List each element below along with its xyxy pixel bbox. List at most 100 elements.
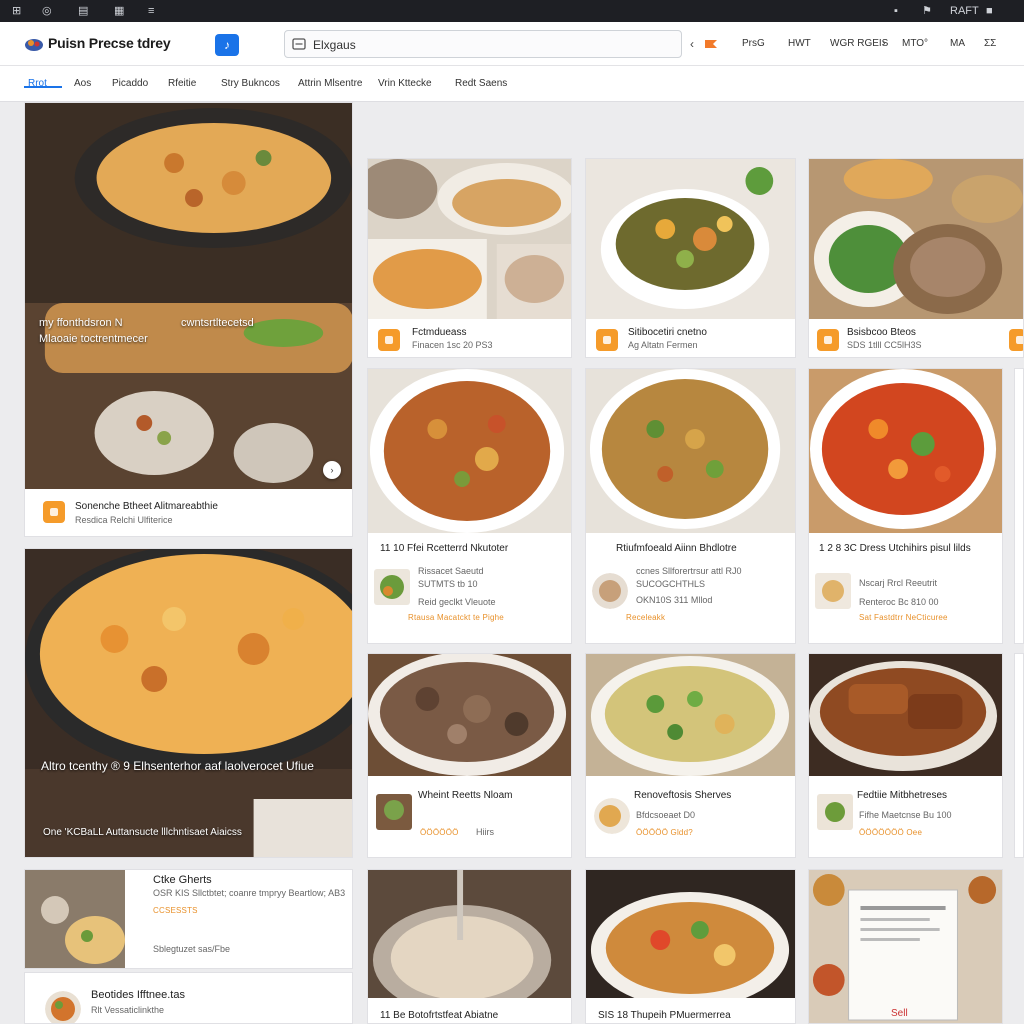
search-input[interactable]: [313, 35, 673, 55]
nav-link-4[interactable]: MTO°: [902, 38, 928, 49]
recipe-photo: [809, 159, 1023, 319]
recipe-rating: Sat Fastdtrr NeCticuree: [859, 613, 948, 622]
recipe-title[interactable]: Fctmdueass: [412, 327, 466, 338]
recipe-photo: [368, 654, 571, 776]
nav-link-3[interactable]: WGR RGEIS: [830, 38, 888, 49]
recipe-rating: Rtausa Macatckt te Pighe: [408, 613, 504, 622]
recipe-line-1: ccnes Sllforertrsur attl RJ0: [636, 566, 742, 576]
recipe-title[interactable]: Bsisbcoo Bteos: [847, 327, 916, 338]
side-card-2-thumb: [45, 991, 81, 1023]
recipe-rating: ÖÖÖÖÖÖ: [420, 828, 459, 837]
os-flag-icon: ⚑: [922, 5, 932, 17]
feature-card-1[interactable]: my ffonthdsron N Mlaoaie toctrentmecer c…: [24, 102, 353, 537]
recipe-rating: Receleakk: [626, 613, 666, 622]
feature-photo-2: [25, 549, 352, 857]
feature2-overlay-headline: Altro tcenthy ® 9 Elhsenterhor aaf laolv…: [41, 759, 314, 773]
tab-7[interactable]: Vrin Kttecke: [378, 78, 432, 89]
side-card-1-photo: [25, 870, 125, 968]
recipe-card-r3c2[interactable]: Renoveftosis Sherves Bfdcsoeaet D0 ÖÖÖÖÖ…: [585, 653, 796, 858]
music-badge-icon[interactable]: ♪: [215, 34, 239, 56]
feature-photo-1: [25, 103, 352, 489]
tab-3[interactable]: Picaddo: [112, 78, 148, 89]
recipe-rating: ÖÖÖÖÖÖÖ Oee: [859, 828, 923, 837]
recipe-photo: [809, 870, 1002, 1023]
os-status-text: RAFT: [950, 5, 979, 17]
side-card-2-title[interactable]: Beotides Ifftnee.tas: [91, 989, 185, 1001]
recipe-card-r4c1[interactable]: 11 Be Botofrtstfeat Abiatne: [367, 869, 572, 1024]
tab-4[interactable]: Rfeitie: [168, 78, 196, 89]
app-logo-icon[interactable]: [24, 36, 44, 52]
back-icon[interactable]: ‹: [690, 37, 694, 51]
tab-6[interactable]: Attrin Mlsentre: [298, 78, 362, 89]
play-icon[interactable]: ›: [323, 461, 341, 479]
recipe-line-2: SUCOGCHTHLS: [636, 579, 706, 589]
recipe-title[interactable]: Renoveftosis Sherves: [634, 790, 731, 801]
side-card-1-rating: CCSESSTS: [153, 906, 198, 915]
nav-chevron-icon[interactable]: ›: [882, 38, 885, 49]
tab-5[interactable]: Stry Bukncos: [221, 78, 280, 89]
feature-card-2[interactable]: Altro tcenthy ® 9 Elhsenterhor aaf laolv…: [24, 548, 353, 858]
side-card-2[interactable]: Beotides Ifftnee.tas Rlt Vessaticlinkthe: [24, 972, 353, 1024]
recipe-card-r2c2[interactable]: Rtiufmfoeald Aiinn Bhdlotre ccnes Sllfor…: [585, 368, 796, 644]
recipe-card-r2c3[interactable]: 1 2 8 3C Dress Utchihirs pisul lilds Nsc…: [808, 368, 1003, 644]
os-app-icon[interactable]: ◎: [42, 4, 52, 18]
recipe-photo: [809, 369, 1002, 533]
feature-card-title[interactable]: Sonenche Btheet Alitmareabthie: [75, 501, 218, 512]
recipe-photo: [586, 369, 795, 533]
offscreen-card-peek[interactable]: [1014, 653, 1024, 858]
os-target-icon[interactable]: ▤: [78, 4, 88, 18]
recipe-title[interactable]: 11 Be Botofrtstfeat Abiatne: [380, 1010, 498, 1021]
flag-icon[interactable]: [704, 39, 718, 49]
recipe-title[interactable]: 1 2 8 3C Dress Utchihirs pisul lilds: [819, 543, 971, 554]
tab-2[interactable]: Aos: [74, 78, 91, 89]
feature-overlay-line1: my ffonthdsron N: [39, 317, 123, 329]
recipe-thumb: [817, 794, 853, 830]
more-icon[interactable]: [1009, 329, 1023, 351]
tab-8[interactable]: Redt Saens: [455, 78, 507, 89]
recipe-card-r1c1[interactable]: Fctmdueass Finacen 1sc 20 PS3: [367, 158, 572, 358]
recipe-thumb: [592, 573, 628, 609]
nav-link-2[interactable]: HWT: [788, 38, 811, 49]
recipe-card-r2c1[interactable]: 11 10 Ffei Rcetterrd Nkutoter Rissacet S…: [367, 368, 572, 644]
side-card-1-subtitle: OSR KIS Sllctbtet; coanre tmpryy Beartlo…: [153, 888, 346, 898]
os-battery-icon: ■: [986, 5, 993, 17]
recipe-card-r3c1[interactable]: Wheint Reetts Nloam ÖÖÖÖÖÖ Hiirs: [367, 653, 572, 858]
active-tab-indicator: [24, 86, 62, 88]
offscreen-card-peek[interactable]: [1014, 368, 1024, 644]
recipe-title[interactable]: Sitibocetiri cnetno: [628, 327, 707, 338]
search-icon: [292, 38, 306, 50]
recipe-title[interactable]: Rtiufmfoeald Aiinn Bhdlotre: [616, 543, 737, 554]
search-box[interactable]: [284, 30, 682, 58]
app-title[interactable]: Puisn Precse tdrey: [48, 35, 171, 51]
recipe-meta: Hiirs: [476, 827, 494, 837]
side-card-1[interactable]: Ctke Gherts OSR KIS Sllctbtet; coanre tm…: [24, 869, 353, 969]
recipe-title[interactable]: SIS 18 Thupeih PMuermerrea: [598, 1010, 731, 1021]
nav-link-1[interactable]: PrsG: [742, 38, 765, 49]
recipe-title[interactable]: 11 10 Ffei Rcetterrd Nkutoter: [380, 543, 508, 554]
recipe-line-2: SUTMTS tb 10: [418, 579, 478, 589]
nav-link-5[interactable]: MA: [950, 38, 965, 49]
recipe-title[interactable]: Fedtiie Mitbhetreses: [857, 790, 947, 801]
recipe-card-r1c3[interactable]: Bsisbcoo Bteos SDS 1tlll CC5lH3S: [808, 158, 1024, 358]
recipe-card-r1c2[interactable]: Sitibocetiri cnetno Ag Altatn Fermen: [585, 158, 796, 358]
recipe-type-icon: [596, 329, 618, 351]
side-card-2-subtitle: Rlt Vessaticlinkthe: [91, 1005, 165, 1015]
os-doc-icon[interactable]: ▦: [114, 4, 124, 18]
recipe-line-2: Renteroc Bc 810 00: [859, 597, 939, 607]
feature2-overlay-caption: One 'KCBaLL Auttansucte lllchntisaet Aia…: [43, 827, 242, 838]
recipe-title[interactable]: Sell: [891, 1008, 908, 1019]
recipe-photo: [809, 654, 1002, 776]
recipe-category-icon: [43, 501, 65, 523]
recipe-card-r4c2[interactable]: SIS 18 Thupeih PMuermerrea: [585, 869, 796, 1024]
recipe-card-r4c3[interactable]: Sell: [808, 869, 1003, 1024]
nav-grid-icon[interactable]: ƩƩ: [984, 38, 996, 49]
os-window-icon[interactable]: ≡: [148, 4, 154, 18]
side-card-1-title[interactable]: Ctke Gherts: [153, 874, 212, 886]
os-menu-bar: ⊞ ◎ ▤ ▦ ≡ ▪ ⚑ RAFT ■: [0, 0, 1024, 22]
recipe-title[interactable]: Wheint Reetts Nloam: [418, 790, 512, 801]
recipe-thumb: [376, 794, 412, 830]
recipe-type-icon: [378, 329, 400, 351]
recipe-card-r3c3[interactable]: Fedtiie Mitbhetreses Fifhe Maetcnse Bu 1…: [808, 653, 1003, 858]
recipe-photo: [586, 654, 795, 776]
os-grid-icon[interactable]: ⊞: [12, 4, 21, 18]
